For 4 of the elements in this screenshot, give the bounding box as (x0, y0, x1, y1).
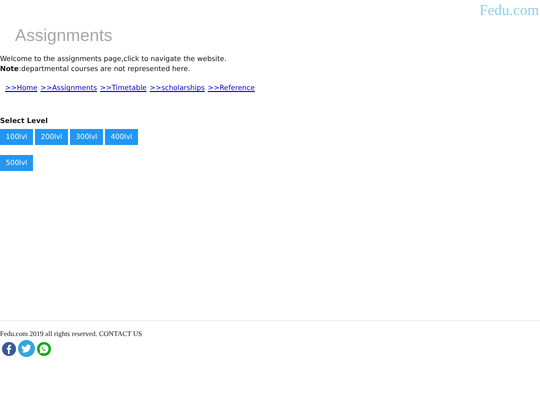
facebook-icon[interactable] (2, 342, 16, 356)
whatsapp-icon[interactable] (37, 342, 51, 356)
page-title: Assignments (15, 26, 112, 46)
site-logo[interactable]: Fedu.com (479, 3, 539, 20)
